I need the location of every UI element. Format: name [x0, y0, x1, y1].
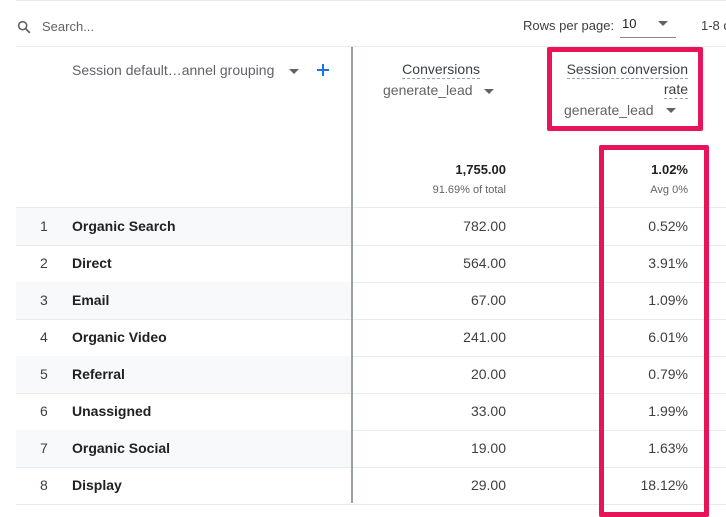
row-conversions: 67.00 [470, 292, 506, 308]
chevron-down-icon[interactable] [484, 89, 494, 94]
row-conversions: 19.00 [470, 440, 506, 456]
rows-per-page-select[interactable]: 10 [622, 16, 636, 31]
row-shade [16, 430, 351, 467]
row-channel-name: Email [72, 292, 110, 308]
row-channel-name: Display [72, 477, 122, 493]
row-index: 5 [40, 366, 48, 382]
frozen-column-divider[interactable] [351, 47, 353, 503]
row-conversions: 29.00 [470, 477, 506, 493]
row-index: 4 [40, 329, 48, 345]
highlight-box-column [599, 145, 709, 517]
row-channel-name: Unassigned [72, 403, 152, 419]
row-shade [16, 208, 351, 245]
row-channel-name: Referral [72, 366, 125, 382]
rows-per-page-underline [620, 37, 676, 38]
highlight-box-header [547, 47, 703, 131]
row-index: 7 [40, 440, 48, 456]
conversions-title: Conversions [402, 61, 480, 79]
chevron-down-icon[interactable] [289, 69, 299, 74]
dimension-column-header[interactable]: Session default…annel grouping [72, 62, 274, 78]
row-conversions: 33.00 [470, 403, 506, 419]
search-input[interactable]: Search... [42, 19, 94, 34]
row-index: 3 [40, 292, 48, 308]
row-channel-name: Organic Social [72, 440, 171, 456]
row-index: 8 [40, 477, 48, 493]
row-conversions: 782.00 [463, 218, 506, 234]
toolbar-divider [16, 0, 726, 1]
row-index: 1 [40, 218, 48, 234]
conversions-event-select[interactable]: generate_lead [383, 82, 473, 98]
row-shade [16, 356, 351, 393]
conversions-column-header[interactable]: Conversions [380, 61, 480, 79]
search-icon[interactable] [16, 19, 32, 35]
row-channel-name: Organic Video [72, 329, 167, 345]
chevron-down-icon[interactable] [658, 21, 668, 26]
row-shade [16, 282, 351, 319]
conversions-total-share: 91.69% of total [432, 184, 506, 196]
row-channel-name: Direct [72, 255, 112, 271]
rows-per-page-label: Rows per page: [523, 18, 615, 33]
row-channel-name: Organic Search [72, 218, 176, 234]
pagination-range: 1-8 o [701, 18, 726, 33]
plus-icon[interactable] [315, 62, 331, 78]
conversions-total: 1,755.00 [455, 162, 506, 177]
row-index: 6 [40, 403, 48, 419]
row-conversions: 20.00 [470, 366, 506, 382]
row-index: 2 [40, 255, 48, 271]
row-conversions: 241.00 [463, 329, 506, 345]
row-conversions: 564.00 [463, 255, 506, 271]
